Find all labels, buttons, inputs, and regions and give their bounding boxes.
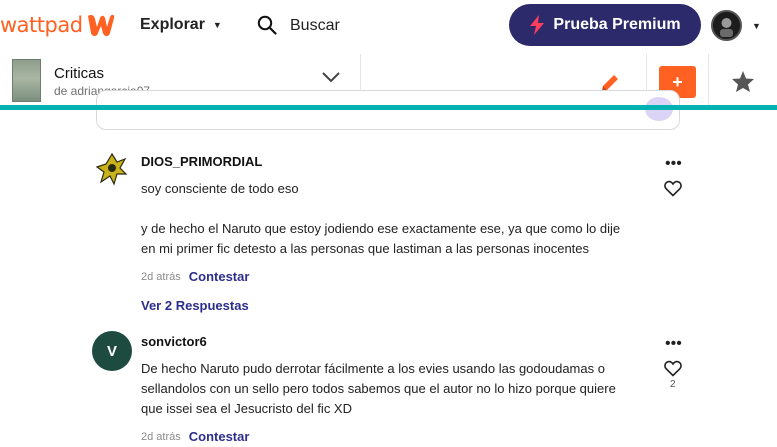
comment-paragraph: soy consciente de todo eso <box>141 181 299 196</box>
explore-menu[interactable]: Explorar ▼ <box>140 16 222 34</box>
comment-paragraph: De hecho Naruto pudo derrotar fácilmente… <box>141 361 616 416</box>
heart-icon[interactable] <box>664 180 682 197</box>
lightning-icon <box>530 15 545 35</box>
star-icon[interactable] <box>731 70 755 93</box>
reply-button[interactable]: Contestar <box>189 269 250 284</box>
search-icon <box>257 15 277 35</box>
reading-progress-bar <box>0 105 777 110</box>
search-placeholder: Buscar <box>290 17 340 34</box>
explore-label: Explorar <box>140 16 205 33</box>
story-cover[interactable] <box>12 59 41 102</box>
comment-paragraph: y de hecho el Naruto que estoy jodiendo … <box>141 221 621 256</box>
heart-icon[interactable] <box>664 360 682 377</box>
like-count: 2 <box>670 379 676 390</box>
comment-composer[interactable] <box>96 90 680 130</box>
comment-timestamp: 2d atrás <box>141 430 181 443</box>
more-options-icon[interactable]: ••• <box>665 156 682 172</box>
user-avatar <box>711 10 742 41</box>
comment-meta: 2d atrás Contestar <box>141 429 249 444</box>
comment-avatar[interactable]: V <box>92 331 132 371</box>
premium-label: Prueba Premium <box>553 16 681 33</box>
comment-text: soy consciente de todo eso y de hecho el… <box>141 179 631 259</box>
more-options-icon[interactable]: ••• <box>665 336 682 352</box>
caret-down-icon: ▼ <box>752 20 761 31</box>
caret-down-icon: ▼ <box>212 20 222 30</box>
logo-text: wattpad <box>0 13 83 37</box>
comment-avatar[interactable] <box>92 150 132 190</box>
premium-button[interactable]: Prueba Premium <box>509 4 701 46</box>
chevron-down-icon[interactable] <box>320 70 342 84</box>
comment-meta: 2d atrás Contestar <box>141 269 249 284</box>
comment-text: De hecho Naruto pudo derrotar fácilmente… <box>141 359 631 419</box>
toolbar-divider <box>708 54 709 105</box>
comment-username[interactable]: sonvictor6 <box>141 334 207 349</box>
commenter-avatar-icon <box>92 150 132 190</box>
story-title[interactable]: Criticas <box>54 65 104 82</box>
top-navigation: wattpad Explorar ▼ Buscar Prueba Premium… <box>0 0 777 54</box>
user-menu[interactable]: ▼ <box>711 10 761 41</box>
comment-timestamp: 2d atrás <box>141 270 181 283</box>
reply-button[interactable]: Contestar <box>189 429 250 444</box>
wattpad-w-icon <box>87 14 114 36</box>
comment-username[interactable]: DIOS_PRIMORDIAL <box>141 154 262 169</box>
view-replies-link[interactable]: Ver 2 Respuestas <box>141 298 249 313</box>
search-box[interactable]: Buscar <box>257 14 340 35</box>
wattpad-logo[interactable]: wattpad <box>0 12 116 38</box>
avatar-image-icon <box>713 12 740 39</box>
